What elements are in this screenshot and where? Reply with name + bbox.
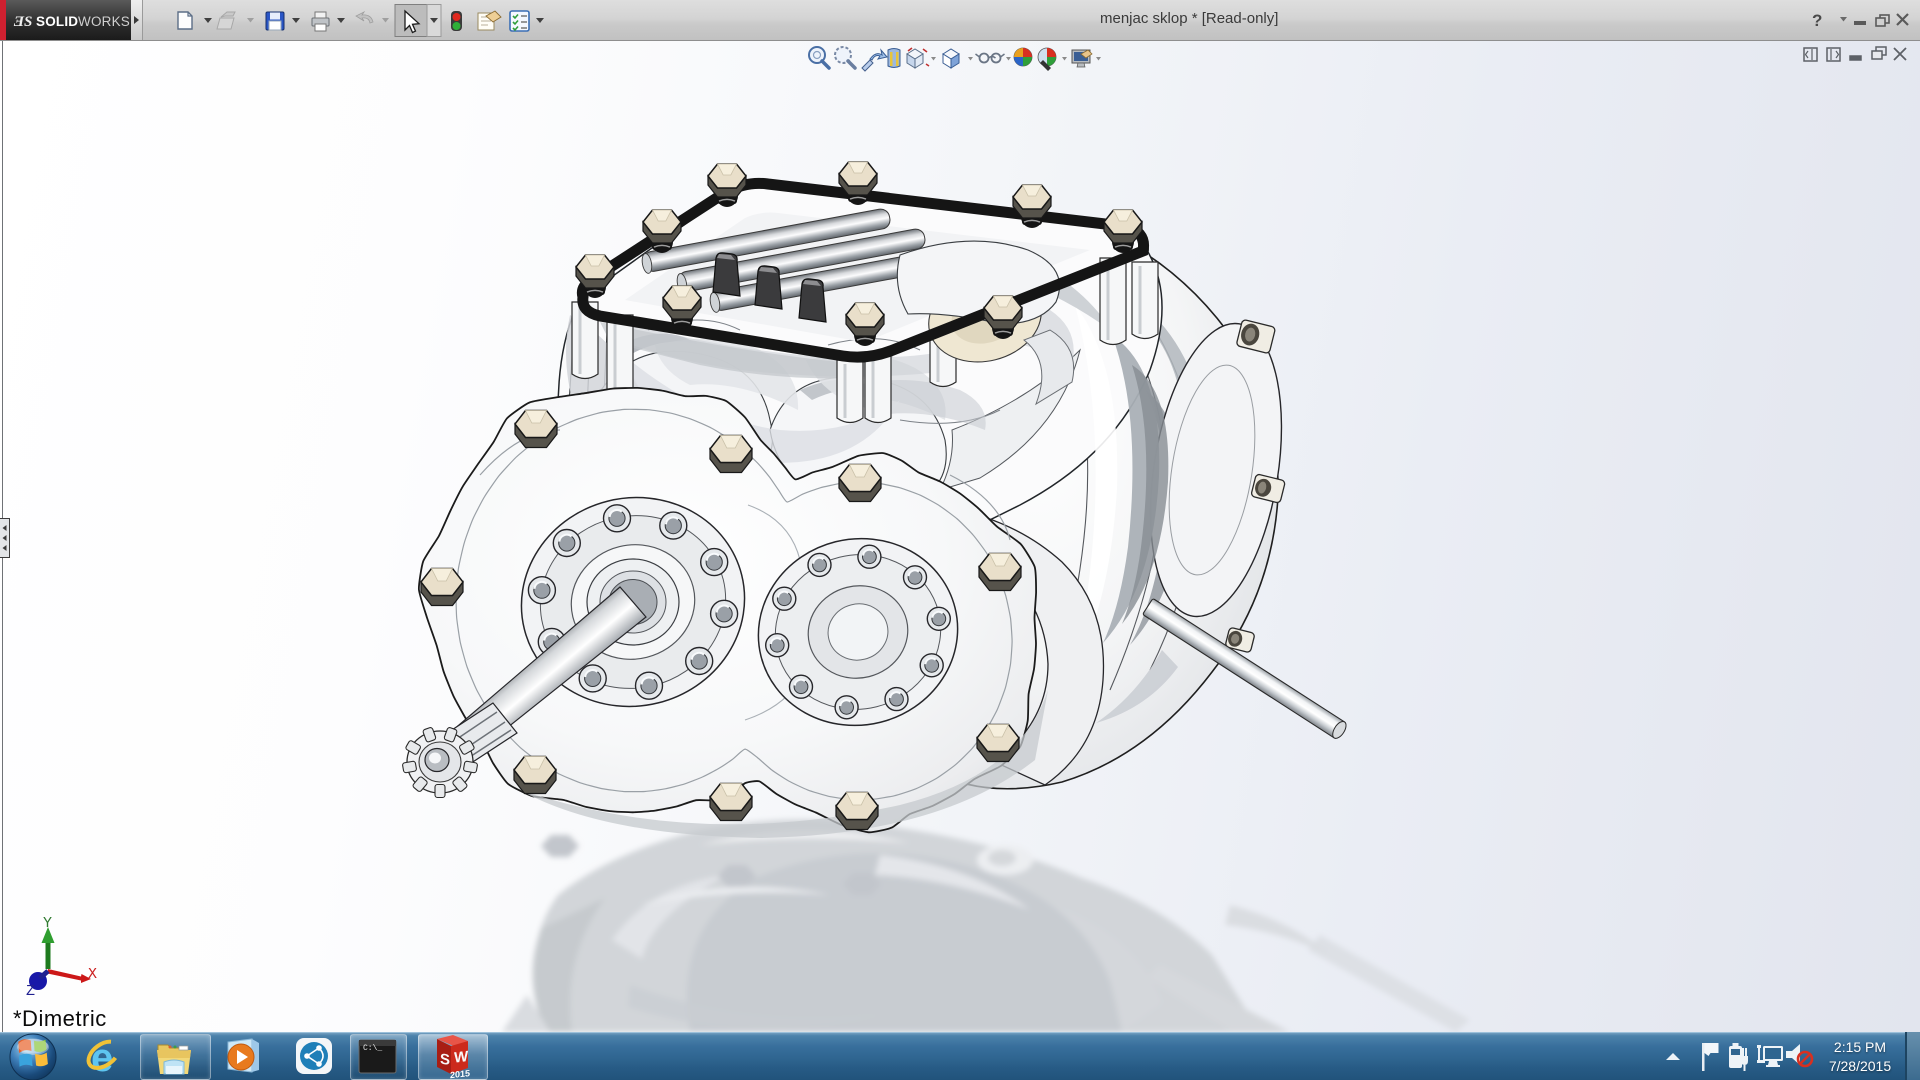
svg-text:S: S — [440, 1051, 450, 1069]
svg-text:X: X — [88, 966, 97, 983]
svg-text:2015: 2015 — [450, 1068, 470, 1080]
svg-text:?: ? — [1812, 11, 1822, 30]
svg-text:W: W — [454, 1048, 469, 1067]
svg-text:Z: Z — [26, 983, 35, 1000]
svg-text:C:\_: C:\_ — [363, 1044, 382, 1053]
